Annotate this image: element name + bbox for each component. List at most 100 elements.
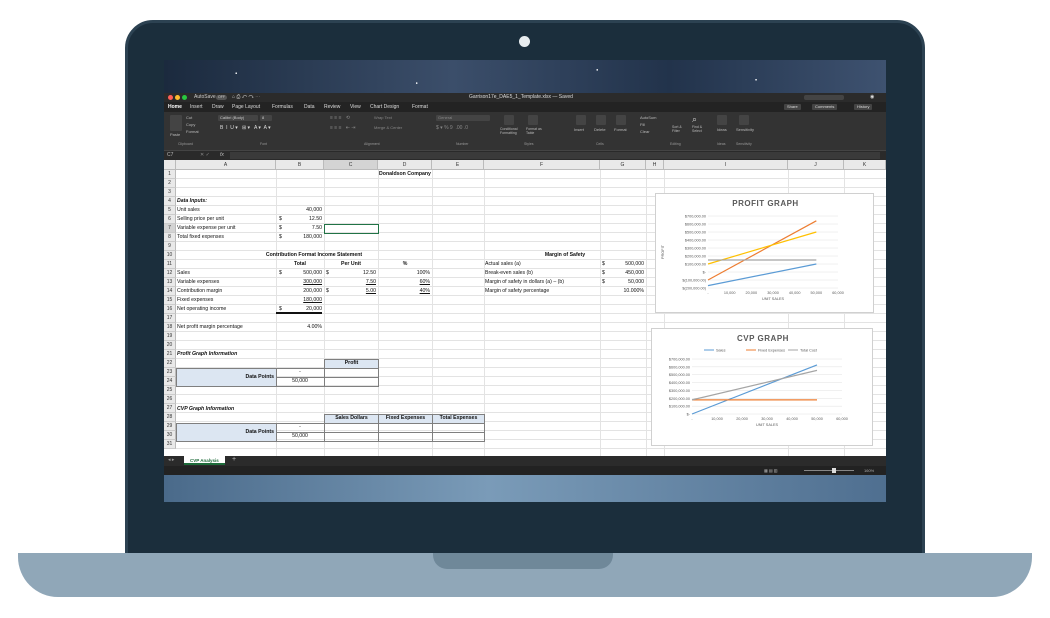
row-header[interactable]: 2 <box>164 179 176 188</box>
profit-graph-info-label[interactable]: Profit Graph Information <box>177 350 237 359</box>
net-profit-margin-value[interactable]: 4.00% <box>276 323 322 332</box>
mos-percentage-label[interactable]: Margin of safety percentage <box>485 287 549 296</box>
row-header[interactable]: 14 <box>164 287 176 296</box>
variable-expenses-per-unit[interactable]: 7.50 <box>324 278 376 287</box>
row-header[interactable]: 4 <box>164 197 176 206</box>
fill-button[interactable]: Fill <box>640 122 645 127</box>
cut-button[interactable]: Cut <box>186 115 192 120</box>
history-button[interactable]: History <box>854 104 873 110</box>
zoom-slider-thumb[interactable] <box>832 468 836 473</box>
insert-cells-button[interactable]: Insert <box>574 127 584 132</box>
format-cells-icon[interactable] <box>616 115 626 125</box>
search-input[interactable] <box>804 95 844 100</box>
conditional-formatting-button[interactable]: Conditional Formatting <box>500 127 522 135</box>
row-header[interactable]: 17 <box>164 314 176 323</box>
format-as-table-button[interactable]: Format as Table <box>526 127 542 135</box>
zoom-slider[interactable] <box>804 470 854 471</box>
sales-dollars-header[interactable]: Sales Dollars <box>324 414 379 423</box>
align-icons[interactable]: ≡ ≡ ≡ ⟲ <box>330 115 350 121</box>
number-format-icons[interactable]: $ ▾ % 9 .00 .0 <box>436 125 468 131</box>
row-header[interactable]: 26 <box>164 395 176 404</box>
merge-center-button[interactable]: Merge & Center <box>374 125 402 130</box>
account-icon[interactable]: ◉ <box>870 93 874 102</box>
mos-dollars-value[interactable]: 50,000 <box>600 278 644 287</box>
font-size-select[interactable]: 8 <box>260 115 272 121</box>
find-select-button[interactable]: Find & Select <box>692 125 706 133</box>
variable-expenses-total[interactable]: 300,000 <box>276 278 322 287</box>
formula-input[interactable] <box>230 152 880 159</box>
comments-button[interactable]: Comments <box>812 104 838 110</box>
select-all-corner[interactable] <box>164 160 176 170</box>
data-points-label[interactable]: Data Points <box>176 428 274 437</box>
column-header[interactable]: E <box>432 160 484 170</box>
data-point-x[interactable]: 50,000 <box>276 377 324 386</box>
contribution-margin-percent[interactable]: 40% <box>378 287 430 296</box>
row-header[interactable]: 28 <box>164 413 176 422</box>
tab-view[interactable]: View <box>350 102 361 112</box>
number-format-select[interactable]: General <box>436 115 490 121</box>
row-header[interactable]: 21 <box>164 350 176 359</box>
minimize-window-button[interactable] <box>175 95 180 100</box>
row-header[interactable]: 6 <box>164 215 176 224</box>
unit-sales-value[interactable]: 40,000 <box>276 206 322 215</box>
variable-expense-label[interactable]: Variable expense per unit <box>177 224 235 233</box>
insert-cells-icon[interactable] <box>576 115 586 125</box>
row-header[interactable]: 12 <box>164 269 176 278</box>
row-header[interactable]: 8 <box>164 233 176 242</box>
sensitivity-icon[interactable] <box>739 115 749 125</box>
spreadsheet-grid[interactable]: A B C D E F G H I J K 1 2 3 4 5 6 7 8 9 10 11 12 13 1… <box>164 160 886 456</box>
tab-draw[interactable]: Draw <box>212 102 224 112</box>
selling-price-label[interactable]: Selling price per unit <box>177 215 224 224</box>
formula-cancel-confirm-icons[interactable]: ✕ ✓ <box>200 151 210 160</box>
row-header[interactable]: 13 <box>164 278 176 287</box>
row-header[interactable]: 10 <box>164 251 176 260</box>
total-header[interactable]: Total <box>276 260 324 269</box>
copy-button[interactable]: Copy <box>186 122 195 127</box>
row-header[interactable]: 15 <box>164 296 176 305</box>
sensitivity-button[interactable]: Sensitivity <box>736 127 754 132</box>
variable-expenses-label[interactable]: Variable expenses <box>177 278 219 287</box>
column-header[interactable]: I <box>664 160 788 170</box>
autosum-button[interactable]: AutoSum <box>640 115 656 120</box>
align-icons-row2[interactable]: ≡ ≡ ≡ ⇤ ⇥ <box>330 125 355 131</box>
mos-dollars-label[interactable]: Margin of safety in dollars (a) – (b) <box>485 278 564 287</box>
bold-italic-underline-icons[interactable]: B I U ▾ ⊞ ▾ A ▾ A ▾ <box>220 125 271 131</box>
autosave-toggle[interactable]: OFF <box>216 95 227 100</box>
net-operating-income-total[interactable]: 20,000 <box>276 305 322 314</box>
margin-of-safety-title[interactable]: Margin of Safety <box>484 251 646 260</box>
conditional-formatting-icon[interactable] <box>504 115 514 125</box>
data-point-x[interactable]: - <box>276 423 324 432</box>
name-box[interactable]: C7 <box>167 151 173 160</box>
mos-percentage-value[interactable]: 10.000% <box>600 287 644 296</box>
unit-sales-label[interactable]: Unit sales <box>177 206 200 215</box>
row-header[interactable]: 7 <box>164 224 176 233</box>
row-header[interactable]: 9 <box>164 242 176 251</box>
row-header[interactable]: 20 <box>164 341 176 350</box>
row-header[interactable]: 16 <box>164 305 176 314</box>
cvp-graph-info-label[interactable]: CVP Graph Information <box>177 405 234 414</box>
fixed-expenses-total[interactable]: 180,000 <box>276 296 322 305</box>
data-point-x[interactable]: 50,000 <box>276 432 324 441</box>
row-header[interactable]: 18 <box>164 323 176 332</box>
column-header[interactable]: G <box>600 160 646 170</box>
sales-total[interactable]: 500,000 <box>276 269 322 278</box>
actual-sales-label[interactable]: Actual sales (a) <box>485 260 521 269</box>
row-header[interactable]: 19 <box>164 332 176 341</box>
sort-filter-button[interactable]: Sort & Filter <box>672 125 686 133</box>
data-points-label[interactable]: Data Points <box>176 373 274 382</box>
company-name[interactable]: Donaldson Company <box>378 170 432 179</box>
format-cells-button[interactable]: Format <box>614 127 627 132</box>
profit-header[interactable]: Profit <box>324 359 379 368</box>
contribution-margin-label[interactable]: Contribution margin <box>177 287 222 296</box>
percent-header[interactable]: % <box>378 260 432 269</box>
column-header[interactable]: A <box>176 160 276 170</box>
selected-cell-c7[interactable] <box>324 224 379 234</box>
data-point-x[interactable]: - <box>276 368 324 377</box>
format-painter-button[interactable]: Format <box>186 129 199 134</box>
close-window-button[interactable] <box>168 95 173 100</box>
per-unit-header[interactable]: Per Unit <box>324 260 378 269</box>
tab-page-layout[interactable]: Page Layout <box>232 102 260 112</box>
cvp-graph-chart[interactable]: CVP GRAPH $700,000.00 $600,000.00 $500,000.… <box>651 328 873 446</box>
variable-expense-value[interactable]: 7.50 <box>276 224 322 233</box>
data-inputs-label[interactable]: Data Inputs: <box>177 197 207 206</box>
